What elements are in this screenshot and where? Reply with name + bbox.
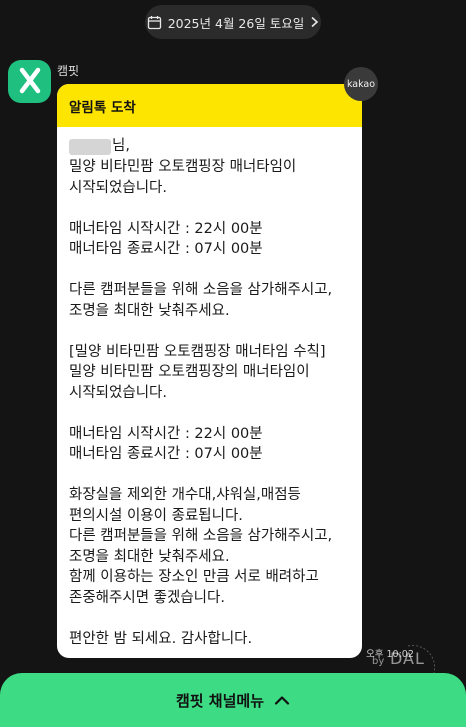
calendar-icon <box>147 15 162 30</box>
greeting-suffix: 님, <box>112 138 130 154</box>
sender-avatar[interactable] <box>8 60 51 103</box>
chevron-right-icon <box>310 16 319 28</box>
date-divider-pill[interactable]: 2025년 4월 26일 토요일 <box>145 5 321 39</box>
redacted-name <box>69 138 111 155</box>
sender-name: 캠핏 <box>57 64 80 78</box>
message-body: 님, 밀양 비타민팜 오토캠핑장 매너타임이 시작되었습니다. 매너타임 시작시… <box>57 127 362 649</box>
camping-tent-icon <box>15 65 45 99</box>
chevron-up-icon <box>274 691 290 709</box>
alimtalk-message-bubble[interactable]: 알림톡 도착 님, 밀양 비타민팜 오토캠핑장 매너타임이 시작되었습니다. 매… <box>57 84 362 658</box>
message-text: 밀양 비타민팜 오토캠핑장 매너타임이 시작되었습니다. 매너타임 시작시간 :… <box>69 159 333 647</box>
channel-menu-bar[interactable]: 캠핏 채널메뉴 <box>0 673 466 727</box>
date-label: 2025년 4월 26일 토요일 <box>167 15 305 31</box>
channel-menu-label: 캠핏 채널메뉴 <box>175 691 265 710</box>
message-header: 알림톡 도착 <box>57 84 362 127</box>
kakao-badge: kakao <box>344 67 378 101</box>
greeting-line: 님, <box>69 136 350 157</box>
